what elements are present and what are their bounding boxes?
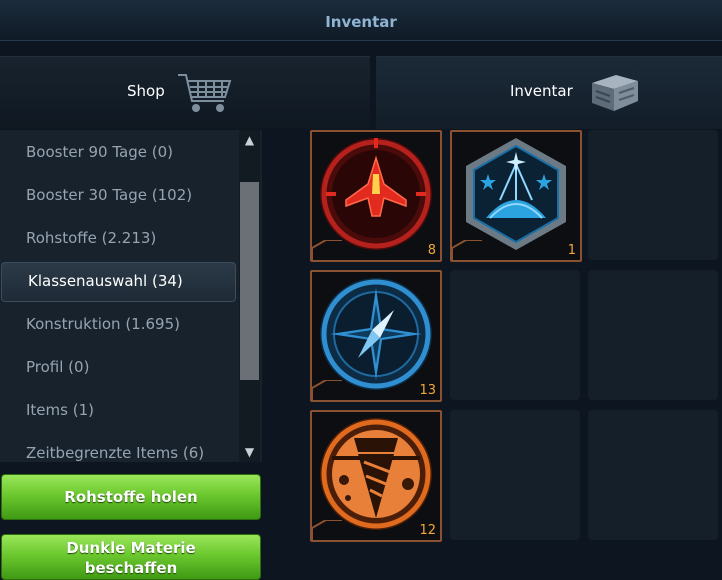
dark-matter-label-line2: beschaffen xyxy=(84,559,178,577)
crate-icon xyxy=(592,75,638,111)
inventory-slot-empty[interactable] xyxy=(450,410,580,540)
category-list: Booster 90 Tage (0) Booster 30 Tage (102… xyxy=(0,130,262,462)
inventory-slot[interactable]: 13 xyxy=(310,270,442,402)
category-label: Booster 30 Tage (102) xyxy=(26,186,193,204)
inventory-slot-empty[interactable] xyxy=(450,270,580,400)
inventory-slot[interactable]: 12 xyxy=(310,410,442,542)
tab-inventar[interactable]: Inventar xyxy=(376,56,722,129)
tab-inventar-label: Inventar xyxy=(510,82,573,100)
inventory-slot-empty[interactable] xyxy=(588,270,718,400)
category-zeitbegrenzte-items[interactable]: Zeitbegrenzte Items (6) xyxy=(0,435,236,462)
category-label: Rohstoffe (2.213) xyxy=(26,229,157,247)
scroll-down-icon[interactable]: ▼ xyxy=(240,442,259,462)
category-booster-30[interactable]: Booster 30 Tage (102) xyxy=(0,177,236,215)
inventory-slot[interactable]: 1 xyxy=(450,130,582,262)
inventory-slot-empty[interactable] xyxy=(588,410,718,540)
scrollbar-thumb[interactable] xyxy=(240,182,259,380)
category-items[interactable]: Items (1) xyxy=(0,392,236,430)
category-label: Zeitbegrenzte Items (6) xyxy=(26,444,205,462)
slot-corner-decoration xyxy=(312,380,342,400)
item-count: 8 xyxy=(427,243,436,258)
category-label: Klassenauswahl (34) xyxy=(28,272,183,290)
inventory-slot-empty[interactable] xyxy=(588,130,718,260)
get-resources-button[interactable]: Rohstoffe holen xyxy=(1,474,261,520)
item-count: 12 xyxy=(419,523,436,538)
tab-shop-label: Shop xyxy=(127,82,165,100)
inventory-slot[interactable]: 8 xyxy=(310,130,442,262)
item-count: 1 xyxy=(567,243,576,258)
category-konstruktion[interactable]: Konstruktion (1.695) xyxy=(0,306,236,344)
slot-corner-decoration xyxy=(312,520,342,540)
get-dark-matter-button[interactable]: Dunkle Materie beschaffen xyxy=(1,534,261,580)
category-label: Profil (0) xyxy=(26,358,90,376)
title-bar: Inventar xyxy=(0,0,722,41)
dark-matter-label-line1: Dunkle Materie xyxy=(66,539,196,557)
category-label: Items (1) xyxy=(26,401,94,419)
category-klassenauswahl[interactable]: Klassenauswahl (34) xyxy=(1,262,236,302)
category-label: Konstruktion (1.695) xyxy=(26,315,180,333)
slot-corner-decoration xyxy=(312,240,342,260)
category-label: Booster 90 Tage (0) xyxy=(26,143,173,161)
category-profil[interactable]: Profil (0) xyxy=(0,349,236,387)
shopping-cart-icon xyxy=(178,74,232,112)
scroll-up-icon[interactable]: ▲ xyxy=(240,130,259,150)
item-count: 13 xyxy=(419,383,436,398)
tab-shop[interactable]: Shop xyxy=(0,56,370,129)
category-rohstoffe[interactable]: Rohstoffe (2.213) xyxy=(0,220,236,258)
window-title: Inventar xyxy=(325,13,397,31)
category-booster-90[interactable]: Booster 90 Tage (0) xyxy=(0,134,236,172)
slot-corner-decoration xyxy=(452,240,482,260)
